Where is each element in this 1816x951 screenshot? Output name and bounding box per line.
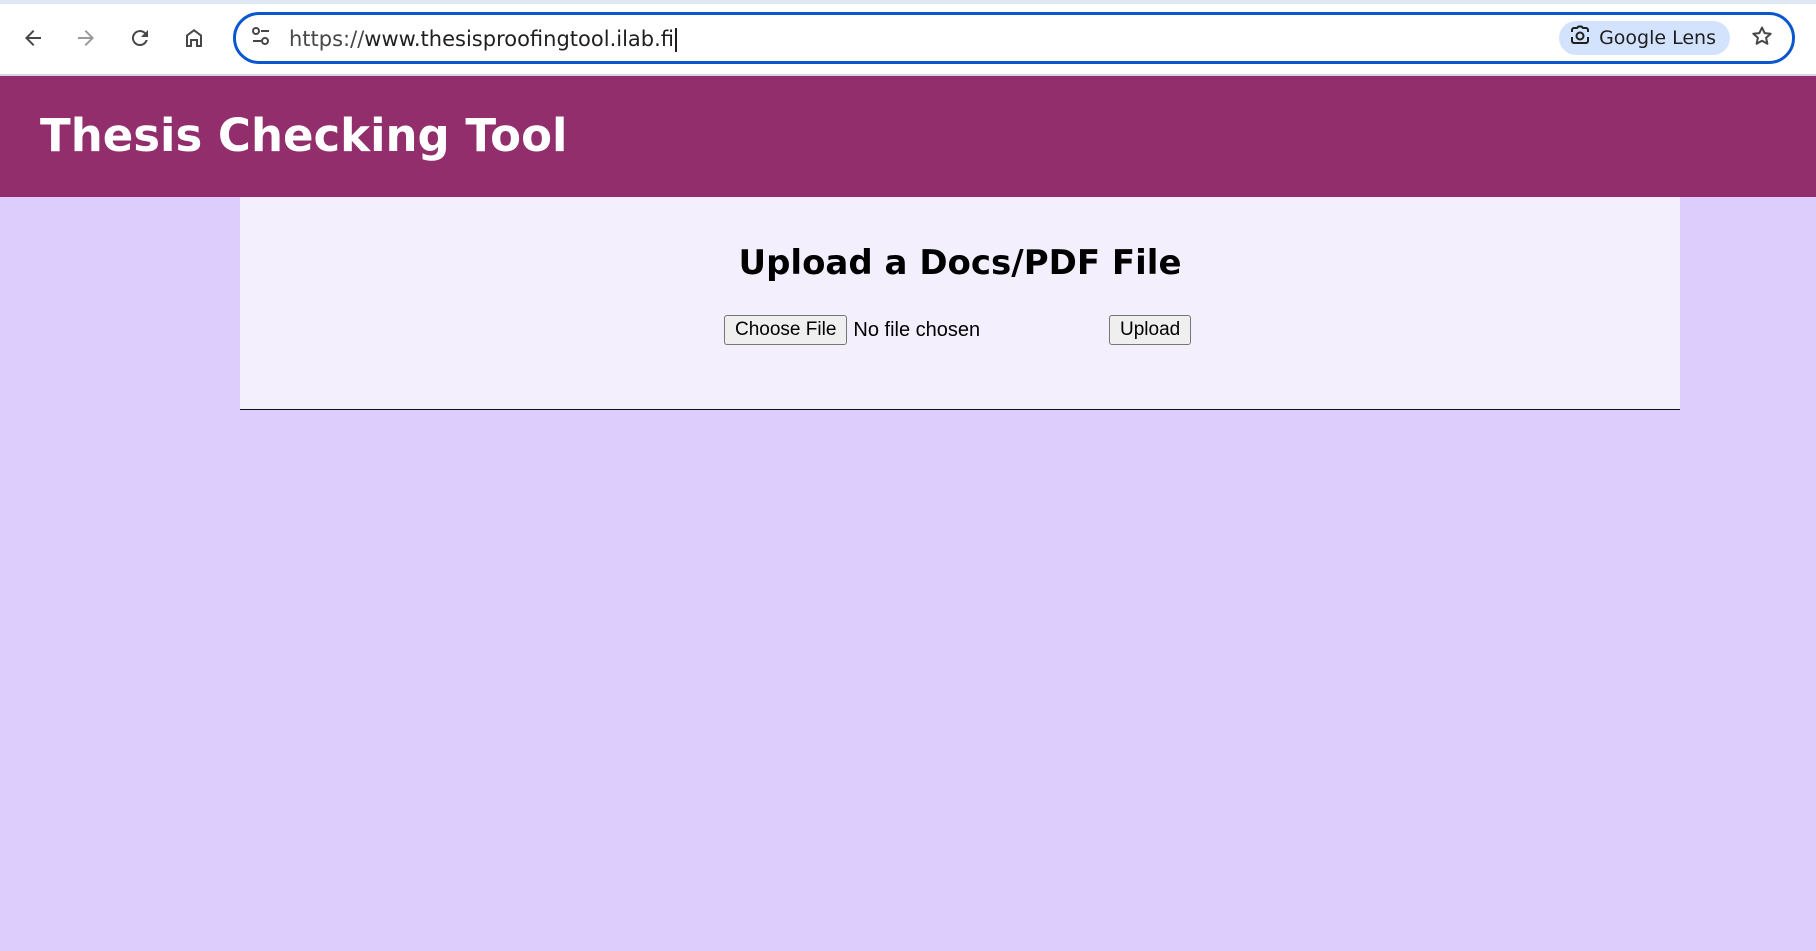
forward-button[interactable] [66, 18, 106, 58]
address-bar[interactable]: https://www.thesisproofingtool.ilab.fi G… [233, 12, 1795, 64]
text-caret [675, 28, 677, 52]
google-lens-label: Google Lens [1599, 27, 1716, 49]
choose-file-button[interactable]: Choose File [724, 315, 848, 345]
back-button[interactable] [13, 18, 53, 58]
home-button[interactable] [174, 18, 214, 58]
url-text[interactable]: https://www.thesisproofingtool.ilab.fi [289, 26, 677, 52]
bookmark-button[interactable] [1746, 22, 1778, 54]
file-input[interactable]: Choose File No file chosen [724, 315, 980, 345]
upload-button[interactable]: Upload [1109, 315, 1192, 345]
site-header: Thesis Checking Tool [0, 76, 1816, 197]
file-status-text: No file chosen [853, 318, 981, 341]
tune-icon [250, 25, 272, 51]
google-lens-button[interactable]: Google Lens [1559, 21, 1730, 55]
star-icon [1750, 24, 1774, 52]
forward-arrow-icon [74, 26, 98, 50]
tab-strip-edge [0, 0, 1816, 4]
url-protocol: https:// [289, 27, 365, 51]
reload-button[interactable] [120, 18, 160, 58]
url-host: www.thesisproofingtool.ilab.fi [364, 27, 675, 51]
site-info-button[interactable] [248, 25, 274, 51]
browser-toolbar: https://www.thesisproofingtool.ilab.fi G… [0, 0, 1816, 75]
upload-heading: Upload a Docs/PDF File [738, 243, 1182, 283]
upload-panel: Upload a Docs/PDF File Choose File No fi… [240, 197, 1680, 410]
reload-icon [128, 26, 152, 50]
home-icon [182, 26, 206, 50]
back-arrow-icon [21, 26, 45, 50]
google-lens-icon [1569, 25, 1591, 52]
site-title: Thesis Checking Tool [40, 109, 568, 162]
